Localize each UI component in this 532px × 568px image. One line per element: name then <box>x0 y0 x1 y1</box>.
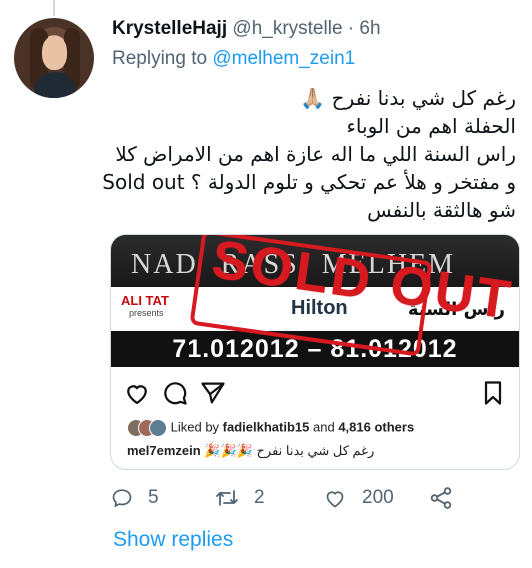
liked-and-label: and <box>313 419 335 435</box>
promo-name: NAD <box>131 249 198 280</box>
like-heart-icon <box>326 491 344 508</box>
show-replies-link[interactable]: Show replies <box>113 528 233 552</box>
like-count: 200 <box>362 487 394 508</box>
tweet-line: شو هالثقة بالنفس <box>367 198 516 222</box>
instagram-actions <box>123 379 507 409</box>
liked-by-user[interactable]: fadielkhatib15 <box>223 419 310 434</box>
tweet-line: و مفتخر و هلأ عم تحكي و تلوم الدولة ؟ So… <box>102 170 516 194</box>
share-icon[interactable] <box>199 379 227 407</box>
reply-action[interactable]: 5 <box>110 481 159 515</box>
display-name[interactable]: KrystelleHajj <box>112 18 227 39</box>
share-nodes-icon <box>430 487 452 509</box>
tweet-action-bar: 5 2 200 <box>110 481 514 515</box>
tweet-header: KrystelleHajj @h_krystelle · 6h <box>112 18 381 44</box>
liked-others-count[interactable]: 4,816 others <box>338 419 414 434</box>
bookmark-icon[interactable] <box>479 379 507 407</box>
comment-icon[interactable] <box>161 379 189 407</box>
tweet-line: الحفلة اهم من الوباء <box>346 114 517 138</box>
tweet-line: راس السنة اللي ما اله عازة اهم من الامرا… <box>115 142 516 166</box>
replying-to-label: Replying to <box>112 48 208 69</box>
presenter-logo: ALI TAT presents <box>121 293 169 318</box>
thread-connector-line <box>53 0 55 16</box>
avatar[interactable] <box>14 18 94 98</box>
heart-icon[interactable] <box>123 379 151 407</box>
instagram-embed-card[interactable]: NAD RASS MELHEM ALI TAT presents Hilton … <box>110 234 520 470</box>
caption-text: 🎉🎉🎉 رغم كل شي بدنا نفرح <box>204 443 375 458</box>
liked-by-line: Liked by fadielkhatib15 and 4,816 others <box>127 419 414 437</box>
liked-by-label: Liked by <box>170 419 220 435</box>
caption-user[interactable]: mel7emzein <box>127 443 201 458</box>
liker-avatars <box>127 419 167 437</box>
presenter-name: ALI TAT <box>121 293 169 308</box>
dot-separator: · <box>347 18 355 39</box>
like-action[interactable]: 200 <box>322 481 394 515</box>
retweet-icon <box>216 490 238 506</box>
user-handle[interactable]: @h_krystelle <box>232 18 342 39</box>
tweet-text: رغم كل شي بدنا نفرح 🙏🏼 الحفلة اهم من الو… <box>102 84 517 224</box>
avatar-face <box>42 36 67 70</box>
reply-icon <box>112 489 132 507</box>
tweet-time[interactable]: 6h <box>359 18 380 39</box>
reply-target-link[interactable]: @melhem_zein1 <box>212 48 355 69</box>
concert-promo-image: NAD RASS MELHEM ALI TAT presents Hilton … <box>111 235 519 367</box>
instagram-caption: mel7emzein 🎉🎉🎉 رغم كل شي بدنا نفرح <box>127 443 374 459</box>
reply-count: 5 <box>148 487 159 508</box>
share-tweet-action[interactable] <box>428 481 468 515</box>
replying-to: Replying to @melhem_zein1 <box>112 48 355 70</box>
presenter-sub: presents <box>129 308 164 318</box>
tweet-line: رغم كل شي بدنا نفرح 🙏🏼 <box>300 86 516 110</box>
retweet-action[interactable]: 2 <box>214 481 265 515</box>
retweet-count: 2 <box>254 487 265 508</box>
